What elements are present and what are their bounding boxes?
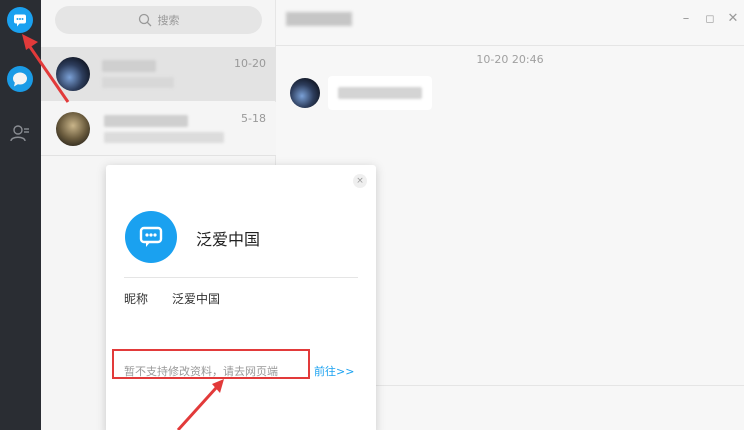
avatar xyxy=(290,78,320,108)
nickname-label: 昵称 xyxy=(124,292,149,306)
conversation-item[interactable]: 10-20 xyxy=(41,47,276,101)
search-box[interactable]: 搜索 xyxy=(55,6,262,34)
edit-notice: 暂不支持修改资料，请去网页端 xyxy=(124,365,278,378)
blurred-name xyxy=(102,60,156,72)
profile-name: 泛爱中国 xyxy=(196,230,261,249)
conversation-time: 5-18 xyxy=(241,112,266,125)
goto-web-link[interactable]: 前往>> xyxy=(314,363,354,379)
header-divider xyxy=(276,45,744,46)
chat-title xyxy=(286,12,352,26)
conversation-item[interactable]: 5-18 xyxy=(41,102,276,156)
message-timestamp: 10-20 20:46 xyxy=(476,53,544,66)
blurred-preview xyxy=(104,131,224,143)
profile-card: × 泛爱中国 昵称 泛爱中国 暂不支持修改资料，请去网页端 前往>> xyxy=(106,165,376,430)
conversation-time: 10-20 xyxy=(234,57,266,70)
messages-nav-button[interactable] xyxy=(7,66,33,92)
search-placeholder: 搜索 xyxy=(157,14,180,27)
nickname-value: 泛爱中国 xyxy=(172,292,221,306)
search-icon xyxy=(138,13,152,27)
profile-avatar xyxy=(125,211,177,263)
maximize-button[interactable]: ◻ xyxy=(700,10,720,28)
message-bubble xyxy=(328,76,432,110)
left-nav-rail xyxy=(0,0,41,430)
close-window-button[interactable]: ✕ xyxy=(723,10,743,28)
blurred-preview xyxy=(102,77,174,88)
card-divider xyxy=(124,277,358,278)
chat-bubble-icon xyxy=(139,226,163,247)
minimize-button[interactable]: – xyxy=(676,10,696,28)
avatar xyxy=(56,111,90,146)
profile-app-button[interactable] xyxy=(7,7,33,33)
avatar xyxy=(56,57,90,91)
contacts-icon xyxy=(10,125,29,142)
message-icon xyxy=(13,72,27,87)
close-icon[interactable]: × xyxy=(353,174,367,188)
contacts-nav-button[interactable] xyxy=(7,120,33,146)
chat-bubble-icon xyxy=(14,14,26,27)
blurred-name xyxy=(104,114,188,127)
